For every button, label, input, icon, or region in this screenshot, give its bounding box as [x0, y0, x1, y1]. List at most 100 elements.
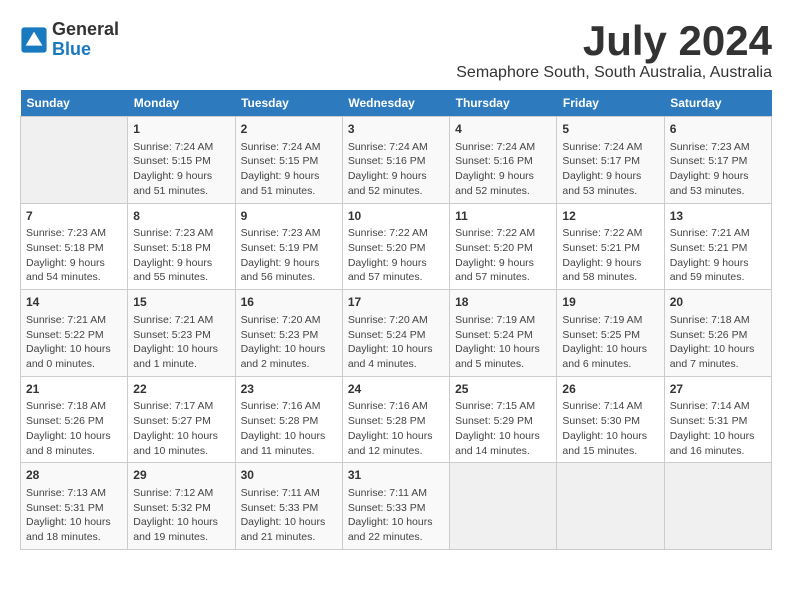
- day-info: Sunrise: 7:14 AM Sunset: 5:30 PM Dayligh…: [562, 399, 658, 458]
- weekday-header-monday: Monday: [128, 90, 235, 117]
- day-number: 6: [670, 121, 766, 138]
- calendar-cell: [450, 463, 557, 550]
- day-info: Sunrise: 7:13 AM Sunset: 5:31 PM Dayligh…: [26, 486, 122, 545]
- weekday-header-friday: Friday: [557, 90, 664, 117]
- day-number: 22: [133, 381, 229, 398]
- logo: General Blue: [20, 20, 119, 60]
- day-number: 16: [241, 294, 337, 311]
- day-info: Sunrise: 7:21 AM Sunset: 5:23 PM Dayligh…: [133, 313, 229, 372]
- day-info: Sunrise: 7:20 AM Sunset: 5:23 PM Dayligh…: [241, 313, 337, 372]
- day-info: Sunrise: 7:21 AM Sunset: 5:22 PM Dayligh…: [26, 313, 122, 372]
- calendar-cell: 25Sunrise: 7:15 AM Sunset: 5:29 PM Dayli…: [450, 376, 557, 463]
- calendar-cell: 3 Sunrise: 7:24 AM Sunset: 5:16 PM Daylig…: [342, 117, 449, 204]
- day-info: Sunrise: 7:24 AM Sunset: 5:15 PM Dayligh…: [133, 140, 229, 199]
- day-number: 12: [562, 208, 658, 225]
- calendar-cell: 21Sunrise: 7:18 AM Sunset: 5:26 PM Dayli…: [21, 376, 128, 463]
- day-number: 7: [26, 208, 122, 225]
- day-number: 24: [348, 381, 444, 398]
- day-info: Sunrise: 7:18 AM Sunset: 5:26 PM Dayligh…: [670, 313, 766, 372]
- calendar-cell: 22Sunrise: 7:17 AM Sunset: 5:27 PM Dayli…: [128, 376, 235, 463]
- calendar-week-row: 21Sunrise: 7:18 AM Sunset: 5:26 PM Dayli…: [21, 376, 772, 463]
- calendar-cell: 1Sunrise: 7:24 AM Sunset: 5:15 PM Daylig…: [128, 117, 235, 204]
- calendar-cell: 19Sunrise: 7:19 AM Sunset: 5:25 PM Dayli…: [557, 290, 664, 377]
- calendar-cell: 30 Sunrise: 7:11 AM Sunset: 5:33 PM Dayli…: [235, 463, 342, 550]
- calendar-cell: 31Sunrise: 7:11 AM Sunset: 5:33 PM Dayli…: [342, 463, 449, 550]
- calendar-cell: 16 Sunrise: 7:20 AM Sunset: 5:23 PM Dayli…: [235, 290, 342, 377]
- calendar-cell: [557, 463, 664, 550]
- day-number: 3: [348, 121, 444, 138]
- day-info: Sunrise: 7:23 AM Sunset: 5:19 PM Dayligh…: [241, 226, 337, 285]
- day-info: Sunrise: 7:22 AM Sunset: 5:20 PM Dayligh…: [348, 226, 444, 285]
- calendar-cell: 4 Sunrise: 7:24 AM Sunset: 5:16 PM Daylig…: [450, 117, 557, 204]
- calendar-cell: [21, 117, 128, 204]
- logo-text: General Blue: [52, 20, 119, 60]
- day-info: Sunrise: 7:23 AM Sunset: 5:17 PM Dayligh…: [670, 140, 766, 199]
- calendar-cell: 2 Sunrise: 7:24 AM Sunset: 5:15 PM Daylig…: [235, 117, 342, 204]
- day-number: 17: [348, 294, 444, 311]
- calendar-cell: 12Sunrise: 7:22 AM Sunset: 5:21 PM Dayli…: [557, 203, 664, 290]
- day-info: Sunrise: 7:24 AM Sunset: 5:16 PM Dayligh…: [348, 140, 444, 199]
- day-number: 31: [348, 467, 444, 484]
- calendar-week-row: 14Sunrise: 7:21 AM Sunset: 5:22 PM Dayli…: [21, 290, 772, 377]
- day-info: Sunrise: 7:24 AM Sunset: 5:15 PM Dayligh…: [241, 140, 337, 199]
- day-number: 15: [133, 294, 229, 311]
- day-number: 10: [348, 208, 444, 225]
- weekday-header-wednesday: Wednesday: [342, 90, 449, 117]
- calendar-cell: 18 Sunrise: 7:19 AM Sunset: 5:24 PM Dayli…: [450, 290, 557, 377]
- calendar-cell: 17 Sunrise: 7:20 AM Sunset: 5:24 PM Dayli…: [342, 290, 449, 377]
- day-info: Sunrise: 7:16 AM Sunset: 5:28 PM Dayligh…: [241, 399, 337, 458]
- day-info: Sunrise: 7:22 AM Sunset: 5:20 PM Dayligh…: [455, 226, 551, 285]
- weekday-header-saturday: Saturday: [664, 90, 771, 117]
- header-right: July 2024 Semaphore South, South Austral…: [119, 20, 772, 82]
- calendar-cell: 23Sunrise: 7:16 AM Sunset: 5:28 PM Dayli…: [235, 376, 342, 463]
- calendar-cell: 14Sunrise: 7:21 AM Sunset: 5:22 PM Dayli…: [21, 290, 128, 377]
- day-info: Sunrise: 7:20 AM Sunset: 5:24 PM Dayligh…: [348, 313, 444, 372]
- day-info: Sunrise: 7:17 AM Sunset: 5:27 PM Dayligh…: [133, 399, 229, 458]
- day-info: Sunrise: 7:12 AM Sunset: 5:32 PM Dayligh…: [133, 486, 229, 545]
- day-number: 21: [26, 381, 122, 398]
- day-number: 20: [670, 294, 766, 311]
- day-info: Sunrise: 7:15 AM Sunset: 5:29 PM Dayligh…: [455, 399, 551, 458]
- day-info: Sunrise: 7:23 AM Sunset: 5:18 PM Dayligh…: [133, 226, 229, 285]
- calendar-cell: 13Sunrise: 7:21 AM Sunset: 5:21 PM Dayli…: [664, 203, 771, 290]
- calendar-cell: 20 Sunrise: 7:18 AM Sunset: 5:26 PM Dayli…: [664, 290, 771, 377]
- day-number: 9: [241, 208, 337, 225]
- day-info: Sunrise: 7:14 AM Sunset: 5:31 PM Dayligh…: [670, 399, 766, 458]
- day-number: 23: [241, 381, 337, 398]
- day-info: Sunrise: 7:24 AM Sunset: 5:16 PM Dayligh…: [455, 140, 551, 199]
- calendar-cell: [664, 463, 771, 550]
- calendar-week-row: 1Sunrise: 7:24 AM Sunset: 5:15 PM Daylig…: [21, 117, 772, 204]
- calendar-week-row: 28 Sunrise: 7:13 AM Sunset: 5:31 PM Dayli…: [21, 463, 772, 550]
- calendar-cell: 10Sunrise: 7:22 AM Sunset: 5:20 PM Dayli…: [342, 203, 449, 290]
- day-number: 11: [455, 208, 551, 225]
- day-number: 8: [133, 208, 229, 225]
- calendar-cell: 15 Sunrise: 7:21 AM Sunset: 5:23 PM Dayli…: [128, 290, 235, 377]
- calendar-cell: 28 Sunrise: 7:13 AM Sunset: 5:31 PM Dayli…: [21, 463, 128, 550]
- weekday-header-tuesday: Tuesday: [235, 90, 342, 117]
- day-number: 2: [241, 121, 337, 138]
- day-number: 28: [26, 467, 122, 484]
- day-number: 4: [455, 121, 551, 138]
- day-number: 18: [455, 294, 551, 311]
- calendar-cell: 8Sunrise: 7:23 AM Sunset: 5:18 PM Daylig…: [128, 203, 235, 290]
- day-number: 29: [133, 467, 229, 484]
- day-number: 30: [241, 467, 337, 484]
- calendar-cell: 5Sunrise: 7:24 AM Sunset: 5:17 PM Daylig…: [557, 117, 664, 204]
- day-number: 25: [455, 381, 551, 398]
- weekday-header-sunday: Sunday: [21, 90, 128, 117]
- day-info: Sunrise: 7:24 AM Sunset: 5:17 PM Dayligh…: [562, 140, 658, 199]
- day-number: 13: [670, 208, 766, 225]
- day-info: Sunrise: 7:18 AM Sunset: 5:26 PM Dayligh…: [26, 399, 122, 458]
- month-title: July 2024: [119, 20, 772, 62]
- day-info: Sunrise: 7:11 AM Sunset: 5:33 PM Dayligh…: [241, 486, 337, 545]
- day-info: Sunrise: 7:16 AM Sunset: 5:28 PM Dayligh…: [348, 399, 444, 458]
- calendar-cell: 6 Sunrise: 7:23 AM Sunset: 5:17 PM Daylig…: [664, 117, 771, 204]
- calendar-cell: 11Sunrise: 7:22 AM Sunset: 5:20 PM Dayli…: [450, 203, 557, 290]
- day-info: Sunrise: 7:19 AM Sunset: 5:25 PM Dayligh…: [562, 313, 658, 372]
- weekday-header-thursday: Thursday: [450, 90, 557, 117]
- day-info: Sunrise: 7:19 AM Sunset: 5:24 PM Dayligh…: [455, 313, 551, 372]
- day-number: 27: [670, 381, 766, 398]
- calendar-week-row: 7 Sunrise: 7:23 AM Sunset: 5:18 PM Daylig…: [21, 203, 772, 290]
- day-number: 26: [562, 381, 658, 398]
- calendar-cell: 9Sunrise: 7:23 AM Sunset: 5:19 PM Daylig…: [235, 203, 342, 290]
